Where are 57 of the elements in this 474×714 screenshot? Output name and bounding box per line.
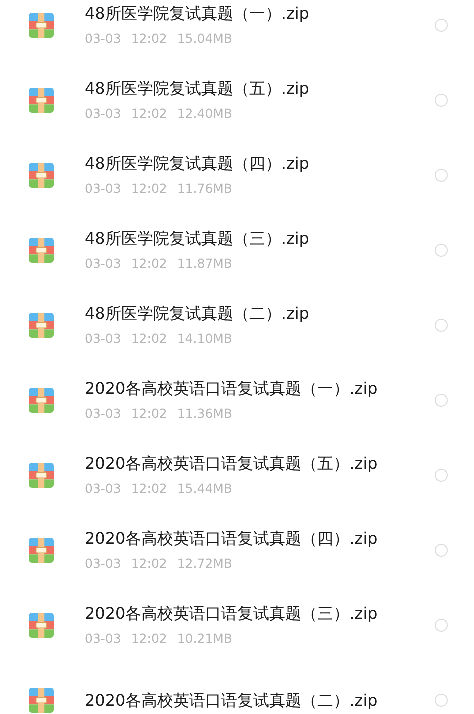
file-size: 11.87MB (177, 255, 233, 273)
file-name[interactable]: 2020各高校英语口语复试真题（二）.zip (85, 688, 435, 712)
select-radio[interactable] (435, 244, 448, 257)
file-date: 03-03 (85, 330, 122, 348)
file-time: 12:02 (131, 180, 168, 198)
select-radio[interactable] (435, 169, 448, 182)
file-name[interactable]: 48所医学院复试真题（一）.zip (85, 2, 435, 26)
file-name[interactable]: 2020各高校英语口语复试真题（三）.zip (85, 602, 435, 626)
select-radio[interactable] (435, 19, 448, 32)
file-time: 12:02 (131, 480, 168, 498)
file-time: 12:02 (131, 30, 168, 48)
archive-icon (29, 163, 54, 188)
file-date: 03-03 (85, 180, 122, 198)
select-radio[interactable] (435, 544, 448, 557)
file-name[interactable]: 48所医学院复试真题（二）.zip (85, 302, 435, 326)
file-size: 11.36MB (177, 405, 233, 423)
archive-icon (29, 88, 54, 113)
file-time: 12:02 (131, 255, 168, 273)
file-name[interactable]: 2020各高校英语口语复试真题（四）.zip (85, 527, 435, 551)
archive-icon (29, 13, 54, 38)
file-name[interactable]: 48所医学院复试真题（三）.zip (85, 227, 435, 251)
archive-icon (29, 313, 54, 338)
select-radio[interactable] (435, 319, 448, 332)
file-name[interactable]: 48所医学院复试真题（四）.zip (85, 152, 435, 176)
file-date: 03-03 (85, 105, 122, 123)
archive-icon (29, 388, 54, 413)
select-radio[interactable] (435, 469, 448, 482)
file-name[interactable]: 2020各高校英语口语复试真题（五）.zip (85, 452, 435, 476)
file-time: 12:02 (131, 105, 168, 123)
select-radio[interactable] (435, 394, 448, 407)
file-size: 12.72MB (177, 555, 233, 573)
file-size: 11.76MB (177, 180, 233, 198)
file-size: 12.40MB (177, 105, 233, 123)
select-radio[interactable] (435, 94, 448, 107)
file-date: 03-03 (85, 630, 122, 648)
file-date: 03-03 (85, 30, 122, 48)
file-date: 03-03 (85, 555, 122, 573)
file-size: 10.21MB (177, 630, 233, 648)
archive-icon (29, 463, 54, 488)
select-radio[interactable] (435, 694, 448, 707)
file-date: 03-03 (85, 480, 122, 498)
file-name[interactable]: 48所医学院复试真题（五）.zip (85, 77, 435, 101)
file-size: 15.04MB (177, 30, 233, 48)
select-radio[interactable] (435, 619, 448, 632)
file-date: 03-03 (85, 255, 122, 273)
archive-icon (29, 238, 54, 263)
archive-icon (29, 538, 54, 563)
file-name[interactable]: 2020各高校英语口语复试真题（一）.zip (85, 377, 435, 401)
file-size: 14.10MB (177, 330, 233, 348)
file-size: 15.44MB (177, 480, 233, 498)
file-time: 12:02 (131, 555, 168, 573)
archive-icon (29, 613, 54, 638)
archive-icon (29, 688, 54, 713)
file-time: 12:02 (131, 330, 168, 348)
file-date: 03-03 (85, 405, 122, 423)
file-time: 12:02 (131, 630, 168, 648)
file-time: 12:02 (131, 405, 168, 423)
